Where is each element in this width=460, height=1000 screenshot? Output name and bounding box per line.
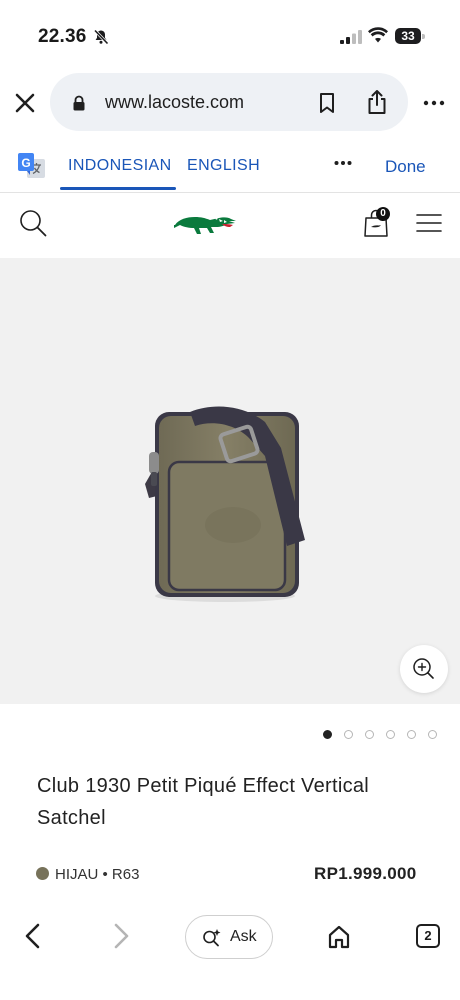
ask-label[interactable]: Ask	[230, 928, 257, 946]
translate-more-icon[interactable]	[334, 160, 352, 166]
forward-icon[interactable]	[110, 922, 132, 950]
menu-icon[interactable]	[416, 213, 442, 233]
url-text[interactable]: www.lacoste.com	[105, 92, 244, 113]
signal-icon	[340, 30, 362, 44]
bookmark-icon[interactable]	[318, 92, 336, 114]
product-price: RP1.999.000	[314, 864, 417, 883]
color-swatch[interactable]	[36, 867, 49, 880]
lock-icon	[73, 95, 85, 111]
language-tab-english[interactable]: ENGLISH	[187, 157, 260, 175]
status-time: 22.36	[38, 26, 87, 47]
language-tab-indonesian[interactable]: INDONESIAN	[68, 157, 172, 175]
image-carousel-dots[interactable]	[323, 730, 443, 742]
battery-icon: 33	[395, 28, 421, 44]
color-label: HIJAU • R63	[55, 866, 140, 883]
cart-count-badge: 0	[376, 207, 390, 221]
carousel-dot[interactable]	[428, 730, 437, 739]
battery-tip	[422, 34, 425, 39]
status-bar: 22.36 33	[0, 0, 460, 70]
tabs-icon[interactable]: 2	[416, 924, 440, 948]
divider	[0, 192, 460, 193]
bell-off-icon	[93, 29, 109, 45]
home-icon[interactable]	[327, 924, 351, 950]
back-icon[interactable]	[22, 922, 44, 950]
close-icon[interactable]	[12, 90, 38, 116]
translate-done-button[interactable]: Done	[385, 157, 426, 177]
carousel-dot[interactable]	[365, 730, 374, 739]
product-image[interactable]	[135, 400, 315, 610]
wifi-icon	[368, 27, 388, 43]
svg-text:G: G	[21, 156, 30, 170]
lacoste-logo[interactable]	[172, 206, 238, 242]
active-language-indicator	[60, 187, 176, 190]
carousel-dot[interactable]	[344, 730, 353, 739]
ask-button[interactable]	[185, 915, 273, 959]
search-icon[interactable]	[18, 208, 48, 238]
zoom-in-icon	[413, 658, 434, 679]
product-title: Club 1930 Petit Piqué Effect Vertical Sa…	[37, 775, 370, 829]
ask-sparkle-icon	[203, 929, 221, 947]
share-icon[interactable]	[366, 89, 388, 115]
google-translate-icon[interactable]: G	[18, 152, 46, 180]
carousel-dot[interactable]	[323, 730, 332, 739]
more-icon[interactable]	[423, 95, 445, 111]
carousel-dot[interactable]	[386, 730, 395, 739]
zoom-button[interactable]	[400, 645, 448, 693]
carousel-dot[interactable]	[407, 730, 416, 739]
